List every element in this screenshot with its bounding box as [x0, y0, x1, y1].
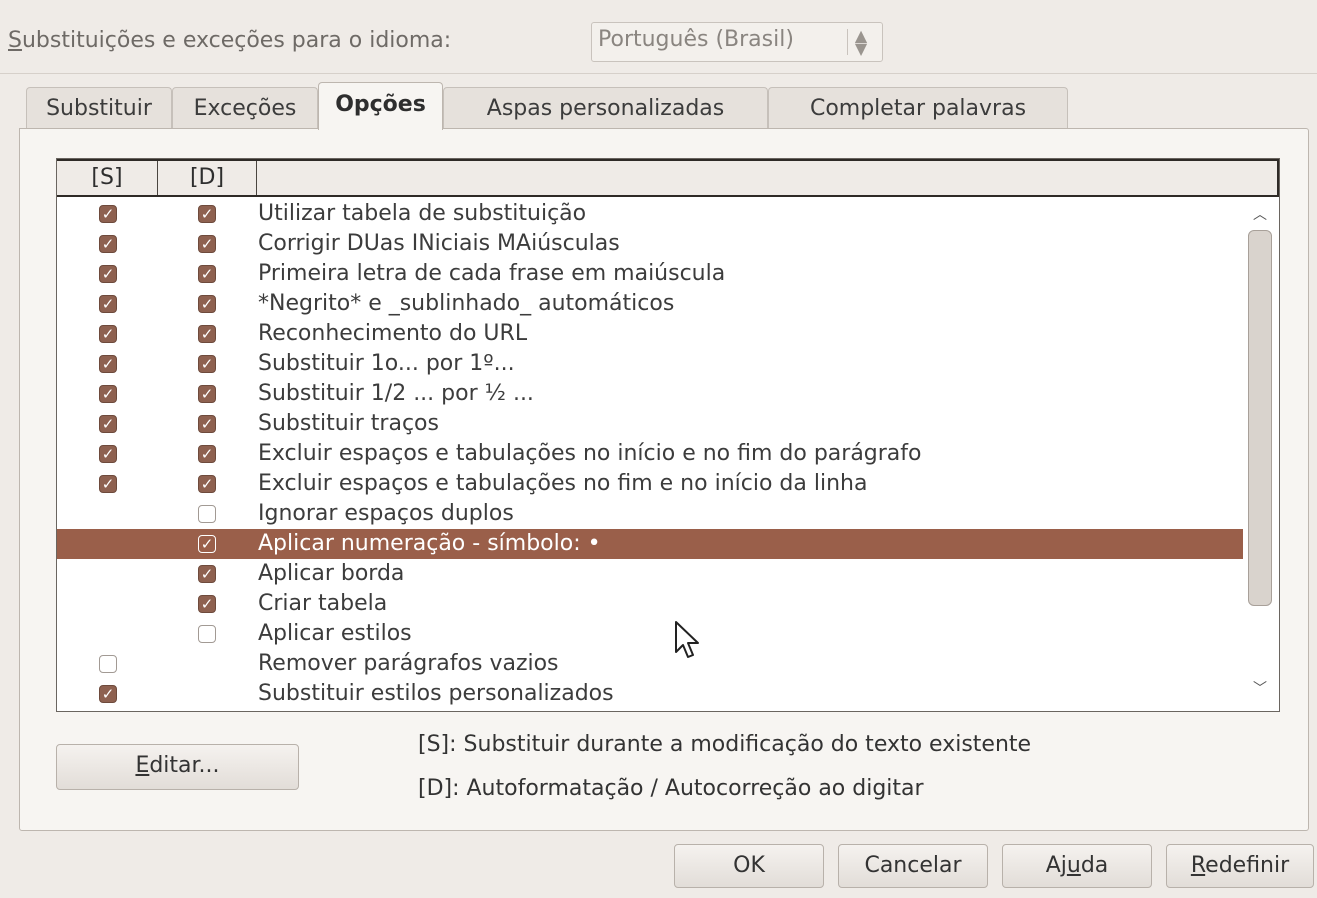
reset-button-mnemonic: R [1190, 853, 1206, 878]
row-label: Criar tabela [258, 591, 388, 616]
table-row[interactable]: ✓ Criar tabela [57, 589, 1243, 619]
table-rows: ✓ ✓ Utilizar tabela de substituição ✓ ✓ Corri… [57, 199, 1243, 709]
checkbox-s[interactable]: ✓ [99, 205, 117, 223]
checkbox-d[interactable] [198, 625, 216, 643]
checkbox-d[interactable]: ✓ [198, 325, 216, 343]
checkbox-d[interactable]: ✓ [198, 595, 216, 613]
checkbox-d[interactable]: ✓ [198, 295, 216, 313]
tab-substituir[interactable]: Substituir [26, 87, 172, 129]
row-label: Aplicar borda [258, 561, 405, 586]
checkbox-s[interactable]: ✓ [99, 385, 117, 403]
checkbox-d[interactable] [198, 505, 216, 523]
row-label: Primeira letra de cada frase em maiúscul… [258, 261, 726, 286]
s-legend-note: [S]: Substituir durante a modificação do… [418, 732, 1032, 757]
row-label: Reconhecimento do URL [258, 321, 528, 346]
table-row[interactable]: ✓ Aplicar borda [57, 559, 1243, 589]
cancel-button[interactable]: Cancelar [838, 844, 988, 888]
help-button-mnemonic: u [1066, 853, 1081, 878]
row-label: Utilizar tabela de substituição [258, 201, 587, 226]
column-header-s[interactable]: [S] [57, 161, 158, 195]
help-button-label-end: da [1080, 853, 1109, 878]
table-row[interactable]: Aplicar estilos [57, 619, 1243, 649]
table-row[interactable]: ✓ ✓ Substituir 1/2 ... por ½ ... [57, 379, 1243, 409]
row-label: Corrigir DUas INiciais MAiúsculas [258, 231, 620, 256]
divider [0, 73, 1317, 74]
row-label: Substituir traços [258, 411, 439, 436]
language-label-mnemonic: S [8, 28, 22, 53]
checkbox-s[interactable]: ✓ [99, 445, 117, 463]
up-down-spin-icon[interactable]: ▲ ▼ [847, 28, 874, 57]
checkbox-s[interactable]: ✓ [99, 475, 117, 493]
table-header: [S] [D] [57, 159, 1279, 197]
row-label: Aplicar numeração - símbolo: • [258, 531, 601, 556]
options-table[interactable]: [S] [D] ✓ ✓ Utilizar tabela de substituiçã… [56, 158, 1280, 712]
row-label: Substituir 1o... por 1º... [258, 351, 515, 376]
checkbox-d[interactable]: ✓ [198, 265, 216, 283]
table-row[interactable]: ✓ ✓ Primeira letra de cada frase em maiúsc… [57, 259, 1243, 289]
tab-completar-palavras[interactable]: Completar palavras [768, 87, 1068, 129]
checkbox-s[interactable]: ✓ [99, 685, 117, 703]
column-header-d[interactable]: [D] [158, 161, 257, 195]
tab-aspas-personalizadas[interactable]: Aspas personalizadas [443, 87, 768, 129]
help-button-label-start: Aj [1045, 853, 1067, 878]
reset-button[interactable]: Redefinir [1166, 844, 1314, 888]
ok-button[interactable]: OK [674, 844, 824, 888]
table-row[interactable]: ✓ Aplicar numeração - símbolo: • [57, 529, 1243, 559]
edit-button-label: ditar... [149, 753, 220, 778]
row-label: Remover parágrafos vazios [258, 651, 559, 676]
tab-opcoes[interactable]: Opções [318, 82, 443, 130]
checkbox-s[interactable] [99, 655, 117, 673]
edit-button-mnemonic: E [135, 753, 150, 778]
table-row[interactable]: Remover parágrafos vazios [57, 649, 1243, 679]
table-row[interactable]: ✓ Substituir estilos personalizados [57, 679, 1243, 709]
checkbox-d[interactable]: ✓ [198, 205, 216, 223]
table-row[interactable]: ✓ ✓ Excluir espaços e tabulações no fim e … [57, 469, 1243, 499]
checkbox-d[interactable]: ✓ [198, 385, 216, 403]
table-row[interactable]: ✓ ✓ Substituir 1o... por 1º... [57, 349, 1243, 379]
checkbox-s[interactable]: ✓ [99, 355, 117, 373]
scroll-up-icon[interactable]: ︿ [1246, 204, 1274, 228]
row-label: Substituir 1/2 ... por ½ ... [258, 381, 534, 406]
vertical-scrollbar[interactable]: ︿ ﹀ [1246, 200, 1274, 708]
language-select-value: Português (Brasil) [598, 27, 794, 52]
help-button[interactable]: Ajuda [1002, 844, 1152, 888]
checkbox-s[interactable]: ✓ [99, 265, 117, 283]
table-row[interactable]: ✓ ✓ *Negrito* e _sublinhado_ automáticos [57, 289, 1243, 319]
language-select[interactable]: Português (Brasil) ▲ ▼ [591, 22, 883, 62]
row-label: Aplicar estilos [258, 621, 412, 646]
checkbox-s[interactable]: ✓ [99, 295, 117, 313]
row-label: Substituir estilos personalizados [258, 681, 614, 706]
tab-excecoes[interactable]: Exceções [172, 87, 318, 129]
table-row[interactable]: ✓ ✓ Excluir espaços e tabulações no início… [57, 439, 1243, 469]
d-legend-note: [D]: Autoformatação / Autocorreção ao di… [418, 776, 924, 801]
checkbox-d[interactable]: ✓ [198, 565, 216, 583]
scrollbar-thumb[interactable] [1248, 230, 1272, 606]
checkbox-d[interactable]: ✓ [198, 475, 216, 493]
table-row[interactable]: ✓ ✓ Substituir traços [57, 409, 1243, 439]
row-label: Excluir espaços e tabulações no início e… [258, 441, 922, 466]
checkbox-d[interactable]: ✓ [198, 355, 216, 373]
checkbox-s[interactable]: ✓ [99, 415, 117, 433]
checkbox-d[interactable]: ✓ [198, 235, 216, 253]
checkbox-s[interactable]: ✓ [99, 235, 117, 253]
reset-button-label: edefinir [1205, 853, 1290, 878]
checkbox-d[interactable]: ✓ [198, 535, 216, 553]
language-label-text: ubstituições e exceções para o idioma: [21, 28, 452, 53]
row-label: Excluir espaços e tabulações no fim e no… [258, 471, 868, 496]
language-label: Substituições e exceções para o idioma: [8, 28, 451, 53]
table-row[interactable]: ✓ ✓ Reconhecimento do URL [57, 319, 1243, 349]
row-label: Ignorar espaços duplos [258, 501, 514, 526]
scroll-down-icon[interactable]: ﹀ [1246, 678, 1274, 702]
table-row[interactable]: ✓ ✓ Utilizar tabela de substituição [57, 199, 1243, 229]
row-label: *Negrito* e _sublinhado_ automáticos [258, 291, 675, 316]
checkbox-s[interactable]: ✓ [99, 325, 117, 343]
mouse-pointer-icon [675, 621, 699, 658]
checkbox-d[interactable]: ✓ [198, 415, 216, 433]
table-row[interactable]: Ignorar espaços duplos [57, 499, 1243, 529]
table-row[interactable]: ✓ ✓ Corrigir DUas INiciais MAiúsculas [57, 229, 1243, 259]
checkbox-d[interactable]: ✓ [198, 445, 216, 463]
edit-button[interactable]: Editar... [56, 744, 299, 790]
